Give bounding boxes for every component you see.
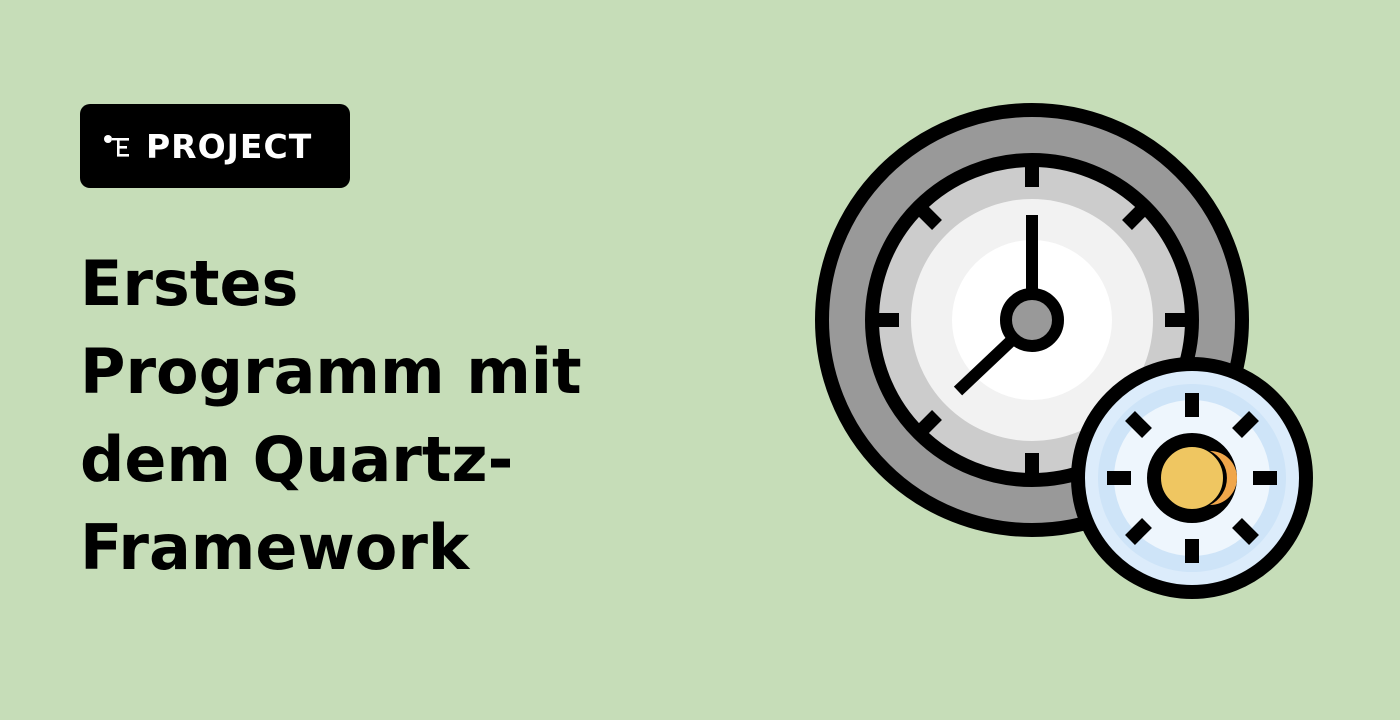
title-line: dem Quartz- bbox=[80, 423, 514, 496]
title-line: Erstes bbox=[80, 247, 299, 320]
title-line: Programm mit bbox=[80, 335, 582, 408]
project-badge: PROJECT bbox=[80, 104, 350, 188]
clock-gear-illustration bbox=[815, 103, 1313, 599]
badge-label: PROJECT bbox=[146, 126, 313, 166]
title-line: Framework bbox=[80, 511, 470, 584]
project-tree-icon bbox=[102, 129, 136, 163]
page-title: Erstes Programm mit dem Quartz- Framewor… bbox=[80, 240, 680, 592]
gear-icon bbox=[1071, 357, 1313, 599]
